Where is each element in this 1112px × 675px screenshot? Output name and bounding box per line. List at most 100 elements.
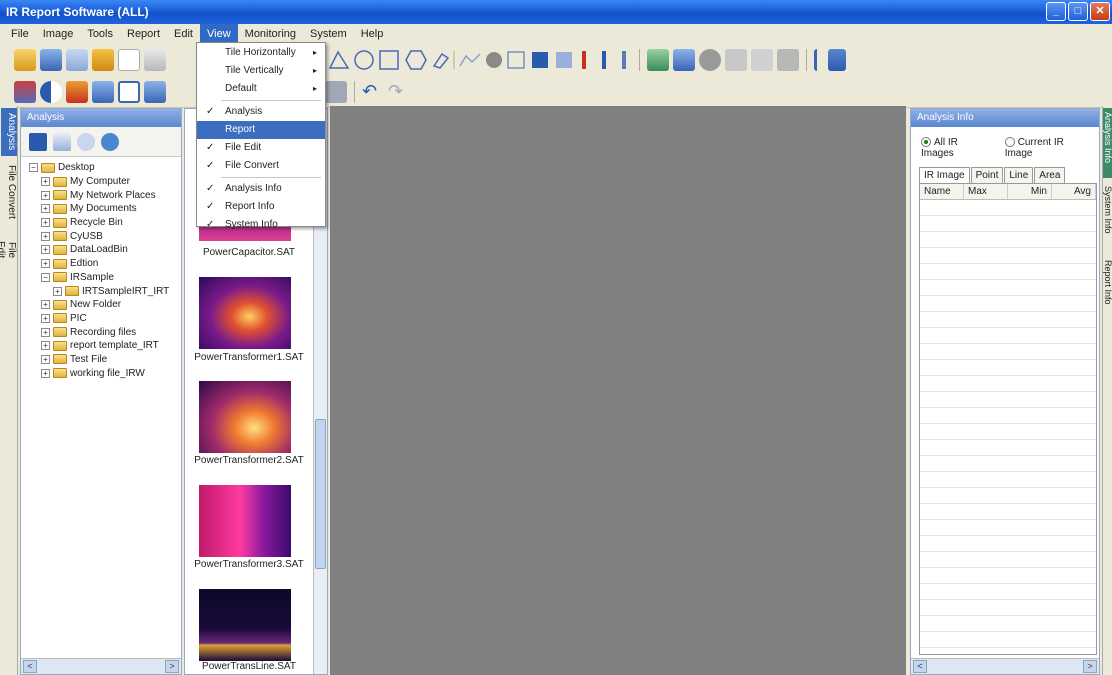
- tab-file-edit[interactable]: File Edit: [0, 228, 17, 272]
- minimize-button[interactable]: _: [1046, 2, 1066, 21]
- polygon-tool-icon[interactable]: [405, 50, 427, 70]
- menu-item-analysis-info[interactable]: ✓ Analysis Info: [197, 180, 325, 198]
- tree-expander-icon[interactable]: +: [41, 368, 50, 378]
- menu-item-analysis[interactable]: ✓ Analysis: [197, 103, 325, 121]
- menu-item-tile-horizontally[interactable]: Tile Horizontally ▸: [197, 44, 325, 62]
- radio-all-images[interactable]: All IR Images: [921, 137, 991, 159]
- menu-item-file-convert[interactable]: ✓ File Convert: [197, 157, 325, 175]
- tree-item[interactable]: + New Folder: [29, 298, 181, 312]
- redo-icon[interactable]: ↷: [388, 81, 410, 103]
- sat-file-icon[interactable]: [53, 132, 71, 151]
- scrollbar-thumb[interactable]: [315, 419, 326, 569]
- view-mode-icon[interactable]: [29, 132, 47, 151]
- thumbnail-power-trans-line[interactable]: [199, 589, 291, 661]
- tree-item[interactable]: + Recording files: [29, 325, 181, 339]
- image-analysis-icon[interactable]: [556, 52, 572, 68]
- tree-item[interactable]: + report template_IRT: [29, 339, 181, 353]
- camera-icon[interactable]: [647, 49, 669, 71]
- column-avg[interactable]: Avg: [1052, 184, 1096, 199]
- tree-expander-icon[interactable]: +: [41, 231, 50, 241]
- triangle-tool-icon[interactable]: [328, 50, 350, 69]
- thumbnail-power-transformer-1[interactable]: [199, 277, 291, 349]
- tree-item[interactable]: + My Computer: [29, 175, 181, 189]
- usb-icon[interactable]: [814, 49, 824, 71]
- comment-icon[interactable]: [144, 80, 166, 103]
- contrast-icon[interactable]: [40, 80, 62, 103]
- eraser-tool-icon[interactable]: [432, 52, 450, 69]
- menu-image[interactable]: Image: [36, 24, 81, 44]
- scroll-left-arrow[interactable]: <: [23, 660, 37, 673]
- tree-item[interactable]: + DataLoadBin: [29, 243, 181, 257]
- scroll-right-arrow[interactable]: >: [1083, 660, 1097, 673]
- save-as-icon[interactable]: [66, 49, 88, 71]
- chart-icon[interactable]: [507, 51, 525, 69]
- tree-expander-icon[interactable]: +: [53, 286, 62, 296]
- trend-icon[interactable]: [459, 53, 481, 67]
- column-name[interactable]: Name: [920, 184, 964, 199]
- rectangle-tool-icon[interactable]: [379, 50, 399, 70]
- tree-expander-icon[interactable]: +: [41, 177, 50, 187]
- thermometer-low-icon[interactable]: [602, 51, 606, 69]
- search-icon[interactable]: [77, 132, 95, 151]
- monitor-icon[interactable]: [725, 49, 747, 71]
- tab-area[interactable]: Area: [1034, 167, 1066, 183]
- undo-icon[interactable]: ↶: [362, 81, 384, 103]
- tree-expander-icon[interactable]: +: [41, 245, 50, 255]
- tree-expander-icon[interactable]: +: [41, 204, 50, 214]
- tree-expander-icon[interactable]: +: [41, 300, 50, 310]
- zoom-fit-icon[interactable]: [325, 80, 347, 103]
- menu-monitoring[interactable]: Monitoring: [238, 24, 303, 44]
- menu-item-file-edit[interactable]: ✓ File Edit: [197, 139, 325, 157]
- tree-item[interactable]: + My Network Places: [29, 188, 181, 202]
- scroll-left-arrow[interactable]: <: [913, 660, 927, 673]
- menu-file[interactable]: File: [4, 24, 36, 44]
- close-button[interactable]: ✕: [1090, 2, 1110, 21]
- open-file-icon[interactable]: [92, 49, 114, 71]
- tree-item[interactable]: + Edtion: [29, 257, 181, 271]
- tree-expander-icon[interactable]: −: [29, 163, 38, 173]
- tree-item[interactable]: − IRSample: [29, 271, 181, 285]
- tree-item[interactable]: + PIC: [29, 312, 181, 326]
- tree-item[interactable]: + IRTSampleIRT_IRT: [29, 284, 181, 298]
- maximize-button[interactable]: □: [1068, 2, 1088, 21]
- photo-icon[interactable]: [777, 49, 799, 71]
- tab-line[interactable]: Line: [1004, 167, 1034, 183]
- menu-view[interactable]: View: [200, 24, 238, 44]
- menu-item-report[interactable]: Report: [197, 121, 325, 139]
- menu-system[interactable]: System: [303, 24, 354, 44]
- tree-expander-icon[interactable]: +: [41, 354, 50, 364]
- list-view-icon[interactable]: [92, 80, 114, 103]
- menu-item-system-info[interactable]: ✓ System Info: [197, 216, 325, 234]
- tree-item[interactable]: + My Documents: [29, 202, 181, 216]
- new-file-icon[interactable]: [118, 49, 140, 71]
- open-folder-icon[interactable]: [14, 49, 36, 71]
- column-max[interactable]: Max: [964, 184, 1008, 199]
- info-horizontal-scrollbar[interactable]: < >: [911, 658, 1099, 674]
- horizontal-scrollbar[interactable]: < >: [21, 658, 181, 674]
- tree-expander-icon[interactable]: −: [41, 272, 50, 282]
- menu-item-default[interactable]: Default ▸: [197, 80, 325, 98]
- image-view-icon[interactable]: [14, 80, 36, 103]
- thermometer-icon[interactable]: [582, 51, 586, 69]
- menu-tools[interactable]: Tools: [80, 24, 120, 44]
- tab-report-info[interactable]: Report Info: [1103, 256, 1112, 326]
- tree-expander-icon[interactable]: +: [41, 218, 50, 228]
- tree-item[interactable]: − Desktop: [29, 161, 181, 175]
- audio-icon[interactable]: [751, 49, 773, 71]
- tab-system-info[interactable]: System Info: [1103, 182, 1112, 252]
- menu-item-report-info[interactable]: ✓ Report Info: [197, 198, 325, 216]
- scroll-right-arrow[interactable]: >: [165, 660, 179, 673]
- tab-point[interactable]: Point: [970, 167, 1004, 183]
- menu-item-tile-vertically[interactable]: Tile Vertically ▸: [197, 62, 325, 80]
- network-icon[interactable]: [828, 49, 846, 71]
- tree-item[interactable]: + Test File: [29, 353, 181, 367]
- menu-edit[interactable]: Edit: [167, 24, 200, 44]
- tab-ir-image[interactable]: IR Image: [919, 167, 970, 183]
- menu-report[interactable]: Report: [120, 24, 167, 44]
- tab-analysis[interactable]: Analysis: [1, 108, 17, 156]
- thumbnail-power-transformer-2[interactable]: [199, 381, 291, 453]
- tree-expander-icon[interactable]: +: [41, 313, 50, 323]
- column-min[interactable]: Min: [1008, 184, 1052, 199]
- tree-expander-icon[interactable]: +: [41, 341, 50, 351]
- tree-expander-icon[interactable]: +: [41, 259, 50, 269]
